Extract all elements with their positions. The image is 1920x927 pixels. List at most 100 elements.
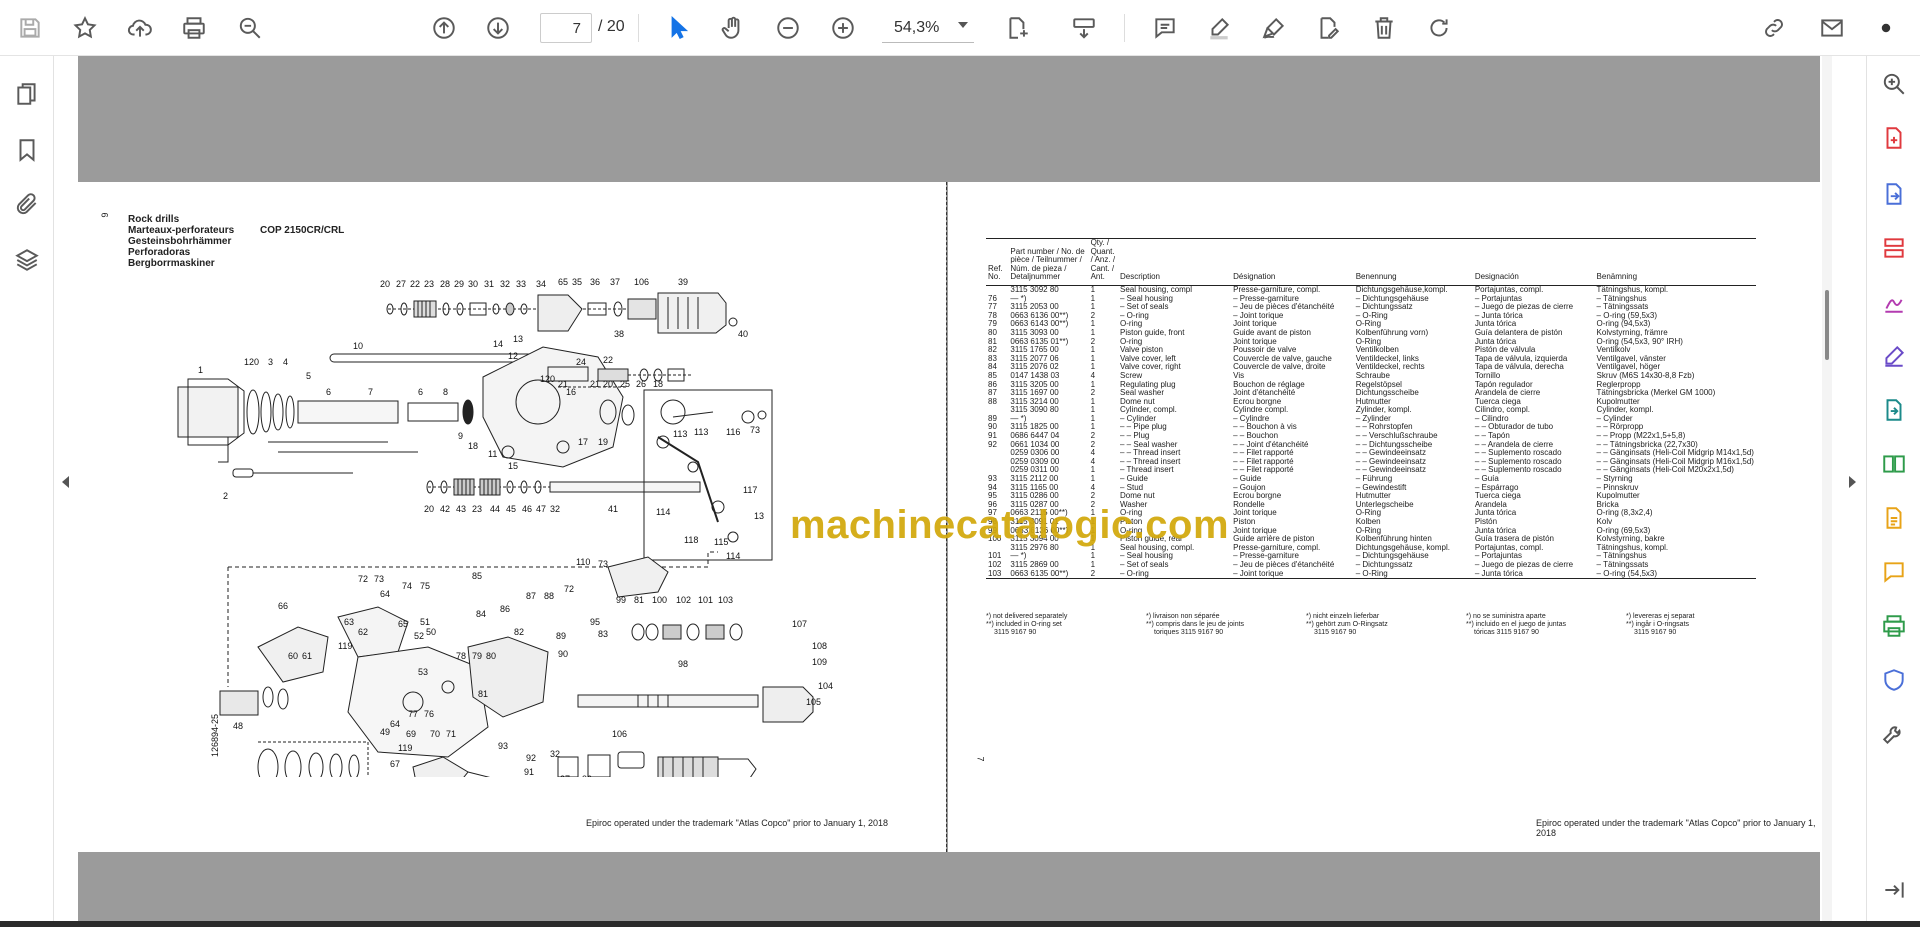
svg-text:81: 81 xyxy=(634,595,644,605)
table-cell: 79 xyxy=(988,320,997,329)
table-cell: – – Dichtungsscheibe xyxy=(1355,440,1433,449)
redo-icon[interactable] xyxy=(1421,10,1457,46)
table-cell: Couvercle de valve, droite xyxy=(1233,363,1326,372)
svg-text:76: 76 xyxy=(424,709,434,719)
select-cursor-icon[interactable] xyxy=(660,10,696,46)
create-pdf-icon[interactable] xyxy=(1876,120,1912,156)
zoom-search-icon[interactable] xyxy=(232,10,268,46)
table-cell: 0686 6447 04 xyxy=(1010,432,1060,441)
table-cell: – Juego de piezas de cierre xyxy=(1474,560,1574,569)
fill-sign-icon[interactable] xyxy=(1876,338,1912,374)
comment-icon[interactable] xyxy=(1147,10,1183,46)
document-viewer[interactable]: 6 Rock drills Marteaux-perforateurs Gest… xyxy=(78,56,1820,921)
zoom-out-icon[interactable] xyxy=(770,10,806,46)
edit-pdf-icon[interactable] xyxy=(1310,10,1346,46)
table-cell: Zylinder, kompl. xyxy=(1355,406,1412,415)
page-down-icon[interactable] xyxy=(480,10,516,46)
layers-icon[interactable] xyxy=(9,242,45,278)
svg-text:77: 77 xyxy=(408,709,418,719)
table-cell: 1 xyxy=(1090,303,1096,312)
table-cell: – – Suplemento roscado xyxy=(1474,449,1562,458)
scroll-mode-icon[interactable] xyxy=(1066,10,1102,46)
more-icon[interactable] xyxy=(1868,10,1904,46)
email-icon[interactable] xyxy=(1814,10,1850,46)
table-cell: Unterlegscheibe xyxy=(1355,500,1414,509)
chevron-down-icon xyxy=(958,22,968,28)
table-cell: Hutmutter xyxy=(1355,492,1391,501)
svg-text:113: 113 xyxy=(694,427,708,437)
bookmark-icon[interactable] xyxy=(9,132,45,168)
page-up-icon[interactable] xyxy=(426,10,462,46)
table-row: 88 3115 3214 00 1 Dome nut Ecrou borgne Hutmu… xyxy=(986,398,1756,407)
table-cell: O-Ring xyxy=(1355,337,1382,346)
upload-icon[interactable] xyxy=(122,10,158,46)
table-cell: O-ring xyxy=(1119,320,1143,329)
print-icon[interactable] xyxy=(176,10,212,46)
title-fr: Marteaux-perforateurs xyxy=(128,225,235,236)
table-cell: 2 xyxy=(1088,569,1118,580)
table-cell: 1 xyxy=(1090,423,1096,432)
scan-ocr-icon[interactable] xyxy=(1876,500,1912,536)
col-description: Description xyxy=(1117,238,1232,286)
svg-text:13: 13 xyxy=(754,511,764,521)
collapse-left-icon[interactable] xyxy=(62,476,69,488)
more-tools-icon[interactable] xyxy=(1876,716,1912,752)
table-cell: – – Thread insert xyxy=(1119,449,1181,458)
table-cell: 2 xyxy=(1090,389,1096,398)
table-cell: Piston guide, front xyxy=(1119,328,1185,337)
svg-text:9: 9 xyxy=(458,431,463,441)
svg-text:41: 41 xyxy=(608,504,618,514)
organize-pages-icon[interactable] xyxy=(1876,230,1912,266)
table-cell: 0663 6143 00**) xyxy=(1010,320,1069,329)
table-cell: 1 xyxy=(1090,346,1096,355)
zoom-tool-icon[interactable] xyxy=(1876,66,1912,102)
hand-icon[interactable] xyxy=(715,10,751,46)
table-row: 101 — *) 1 – Seal housing – Presse-garniture… xyxy=(986,552,1756,561)
scrollbar-thumb[interactable] xyxy=(1825,290,1829,360)
svg-text:37: 37 xyxy=(610,277,620,287)
table-cell xyxy=(986,406,1008,415)
highlight-icon[interactable] xyxy=(1201,10,1237,46)
svg-text:73: 73 xyxy=(598,559,608,569)
table-cell: Portajuntas, compl. xyxy=(1474,285,1544,294)
svg-text:69: 69 xyxy=(406,729,416,739)
page-thumbnails-icon[interactable] xyxy=(9,76,45,112)
send-comments-icon[interactable] xyxy=(1876,392,1912,428)
save-icon[interactable] xyxy=(12,10,48,46)
table-cell: 1 xyxy=(1090,397,1096,406)
table-cell: Ventildeckel, links xyxy=(1355,354,1419,363)
table-cell: – – Suplemento roscado xyxy=(1474,457,1562,466)
attachment-icon[interactable] xyxy=(9,186,45,222)
export-pdf-icon[interactable] xyxy=(1876,176,1912,212)
vertical-scrollbar[interactable] xyxy=(1822,56,1832,921)
share-link-icon[interactable] xyxy=(1756,10,1792,46)
delete-icon[interactable] xyxy=(1366,10,1402,46)
sign-icon[interactable] xyxy=(1256,10,1292,46)
svg-text:33: 33 xyxy=(516,279,526,289)
table-cell: 3115 1825 00 xyxy=(1010,423,1059,432)
comment-tool-icon[interactable] xyxy=(1876,554,1912,590)
table-cell: O-ring (8,3x2,4) xyxy=(1596,509,1653,518)
print-production-icon[interactable] xyxy=(1876,608,1912,644)
expand-panel-icon[interactable] xyxy=(1876,872,1912,908)
table-cell: 0259 0309 00 xyxy=(1010,457,1060,466)
table-row: 85 0147 1438 03 4 Screw Vis Schraube Tornillo S… xyxy=(986,372,1756,381)
compare-files-icon[interactable] xyxy=(1876,446,1912,482)
collapse-right-icon[interactable] xyxy=(1849,476,1856,488)
page-fit-icon[interactable] xyxy=(1000,10,1036,46)
table-cell: Kupolmutter xyxy=(1596,492,1640,501)
svg-text:64: 64 xyxy=(390,719,400,729)
svg-text:25: 25 xyxy=(620,379,630,389)
table-row: 83 3115 2077 06 1 Valve cover, left Couvercl… xyxy=(986,355,1756,364)
table-cell: 0147 1438 03 xyxy=(1010,371,1060,380)
zoom-level-select[interactable]: 54,3% xyxy=(882,13,974,43)
request-signatures-icon[interactable] xyxy=(1876,284,1912,320)
bookmark-star-icon[interactable] xyxy=(67,10,103,46)
zoom-in-icon[interactable] xyxy=(825,10,861,46)
table-cell: – – Propp (M22x1,5+5,8) xyxy=(1596,432,1686,441)
svg-text:99: 99 xyxy=(616,595,626,605)
page-number-input[interactable] xyxy=(540,13,592,43)
table-cell: – – Verschlußschraube xyxy=(1355,432,1438,441)
protect-icon[interactable] xyxy=(1876,662,1912,698)
svg-text:21: 21 xyxy=(558,379,568,389)
